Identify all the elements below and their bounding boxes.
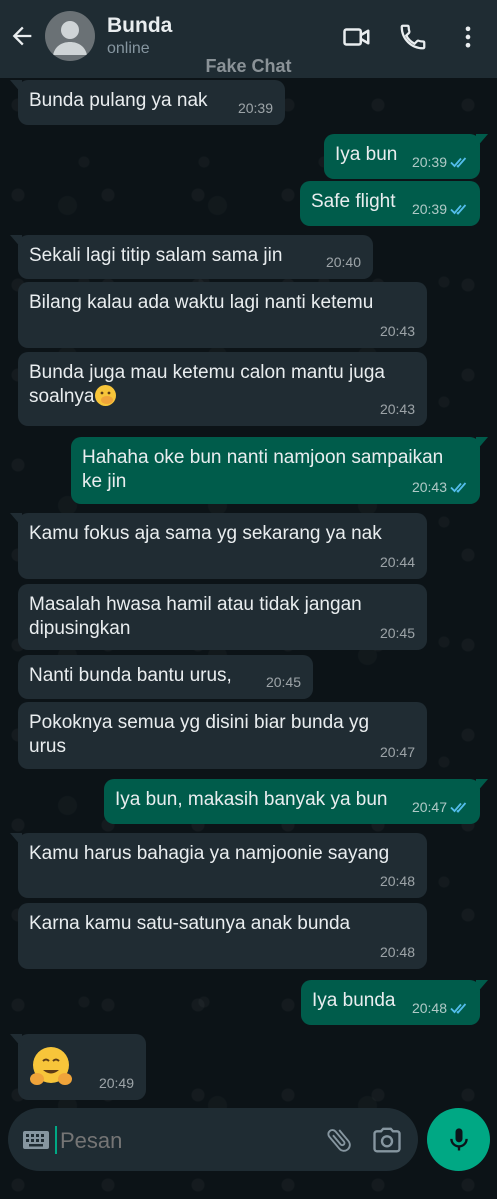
message-outgoing[interactable]: Safe flight 20:39 — [300, 181, 480, 226]
message-text: Kamu harus bahagia ya namjoonie sayang — [29, 843, 390, 864]
bubble-tail — [10, 513, 22, 527]
message-text: Sekali lagi titip salam sama jin — [29, 245, 283, 266]
bubble-tail — [10, 1034, 22, 1048]
message-incoming[interactable]: Bilang kalau ada waktu lagi nanti ketemu… — [18, 282, 427, 348]
message-time: 20:45 — [379, 625, 415, 641]
message-outgoing[interactable]: Iya bunda 20:48 — [301, 980, 488, 1025]
message-time: 20:48 — [379, 944, 415, 960]
message-incoming[interactable]: Masalah hwasa hamil atau tidak jangan di… — [18, 584, 427, 650]
message-text: Bunda pulang ya nak — [29, 90, 208, 111]
message-time: 20:45 — [265, 674, 301, 690]
mic-icon — [450, 1128, 468, 1151]
message-outgoing[interactable]: Iya bun, makasih banyak ya bun 20:47 — [104, 779, 488, 824]
bubble-tail — [476, 779, 488, 793]
bubble-tail — [476, 134, 488, 148]
message-text: Iya bun, makasih banyak ya bun — [115, 789, 388, 810]
bubble-tail — [10, 235, 22, 249]
message-composer[interactable] — [8, 1108, 418, 1171]
message-text: Iya bunda — [312, 990, 396, 1011]
message-outgoing[interactable]: Hahaha oke bun nanti namjoon sampaikan k… — [71, 437, 488, 504]
avatar[interactable] — [45, 11, 95, 61]
message-outgoing[interactable]: Iya bun 20:39 — [324, 134, 488, 179]
hugging-face-emoji — [30, 1047, 72, 1085]
read-ticks-icon — [450, 802, 467, 813]
bubble-tail — [476, 437, 488, 451]
message-input[interactable] — [58, 1122, 312, 1160]
back-arrow-icon[interactable] — [8, 22, 36, 50]
more-vert-icon[interactable] — [454, 22, 482, 52]
phone-icon[interactable] — [398, 22, 428, 52]
message-time: 20:47 — [379, 744, 415, 760]
message-text: Bilang kalau ada waktu lagi nanti ketemu — [29, 292, 374, 313]
message-text-line: Masalah hwasa hamil atau tidak jangan — [29, 594, 362, 615]
bubble-tail — [10, 80, 22, 94]
watermark: Fake Chat — [205, 56, 292, 76]
message-text: Kamu fokus aja sama yg sekarang ya nak — [29, 523, 382, 544]
message-time: 20:48 — [411, 1000, 447, 1016]
message-text: Iya bun — [335, 144, 398, 165]
message-time: 20:43 — [411, 479, 447, 495]
message-text-line: dipusingkan — [29, 618, 131, 639]
face-with-hand-over-mouth-emoji — [94, 385, 116, 406]
message-time: 20:39 — [411, 201, 447, 217]
message-incoming[interactable]: Kamu fokus aja sama yg sekarang ya nak 2… — [10, 513, 427, 579]
message-text-line: Hahaha oke bun nanti namjoon sampaikan — [82, 447, 444, 468]
message-time: 20:39 — [237, 100, 273, 116]
message-incoming[interactable]: Kamu harus bahagia ya namjoonie sayang 2… — [10, 833, 427, 898]
read-ticks-icon — [450, 204, 467, 215]
message-incoming[interactable]: Nanti bunda bantu urus, 20:45 — [18, 655, 313, 699]
message-time: 20:43 — [379, 323, 415, 339]
message-incoming[interactable]: Sekali lagi titip salam sama jin 20:40 — [10, 235, 373, 279]
message-time: 20:39 — [411, 154, 447, 170]
bubble-tail — [476, 980, 488, 994]
message-time: 20:40 — [325, 254, 361, 270]
attach-icon[interactable] — [324, 1125, 354, 1155]
message-time: 20:44 — [379, 554, 415, 570]
message-incoming[interactable]: Bunda pulang ya nak 20:39 — [10, 80, 285, 125]
message-time: 20:48 — [379, 873, 415, 889]
message-text-line: Bunda juga mau ketemu calon mantu juga — [29, 362, 385, 383]
message-time: 20:49 — [98, 1075, 134, 1091]
message-text: Safe flight — [311, 191, 396, 212]
mic-button[interactable] — [427, 1108, 490, 1171]
read-ticks-icon — [450, 157, 467, 168]
message-time: 20:47 — [411, 799, 447, 815]
keyboard-icon[interactable] — [22, 1129, 50, 1151]
read-ticks-icon — [450, 1003, 467, 1014]
camera-icon[interactable] — [372, 1125, 402, 1155]
text-cursor — [55, 1126, 57, 1154]
message-incoming[interactable]: 20:49 — [10, 1034, 146, 1100]
message-incoming[interactable]: Karna kamu satu-satunya anak bunda 20:48 — [18, 903, 427, 969]
contact-name[interactable]: Bunda — [107, 14, 172, 38]
message-incoming[interactable]: Bunda juga mau ketemu calon mantu juga s… — [18, 352, 427, 426]
message-incoming[interactable]: Pokoknya semua yg disini biar bunda yg u… — [18, 702, 427, 769]
message-text-line: Pokoknya semua yg disini biar bunda yg — [29, 712, 370, 733]
message-text-line: soalnya — [29, 386, 95, 407]
message-time: 20:43 — [379, 401, 415, 417]
read-ticks-icon — [450, 482, 467, 493]
bubble-tail — [10, 833, 22, 847]
message-text-line: urus — [29, 736, 66, 757]
message-text: Karna kamu satu-satunya anak bunda — [29, 913, 351, 934]
video-call-icon[interactable] — [342, 22, 372, 52]
message-text-line: ke jin — [82, 471, 127, 492]
message-text: Nanti bunda bantu urus, — [29, 665, 232, 686]
